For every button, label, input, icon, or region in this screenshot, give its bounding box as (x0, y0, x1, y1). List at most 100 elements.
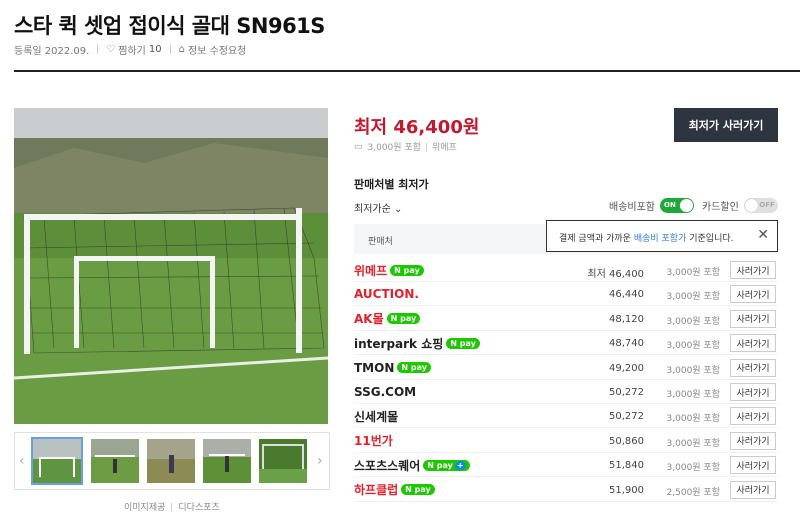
edit-icon: ⌂ (178, 44, 185, 55)
mall-price: 48,120 (609, 313, 644, 325)
card-toggle[interactable]: OFF (743, 198, 778, 213)
go-buy-button[interactable]: 사러가기 (730, 334, 776, 353)
mall-name[interactable]: AUCTION. (354, 286, 419, 302)
chevron-down-icon: ⌄ (394, 204, 403, 215)
go-buy-button[interactable]: 사러가기 (730, 456, 776, 475)
mall-label: AUCTION. (354, 287, 419, 302)
mall-name[interactable]: 위메프 N pay (354, 262, 424, 278)
shop-info: 위메프 (431, 143, 457, 153)
close-icon[interactable]: ✕ (757, 227, 769, 243)
mall-name[interactable]: 11번가 (354, 433, 393, 449)
chevron-left-icon[interactable]: ‹ (19, 453, 25, 469)
seller-row[interactable]: interpark 쇼핑 N pay 48,740 3,000원 포함 사러가기 (354, 331, 778, 356)
tooltip-text: 기준입니다. (686, 234, 734, 244)
image-credit: 이미지제공 디다스포츠 (124, 500, 220, 513)
mall-label: SSG.COM (354, 385, 417, 399)
zzim-count: 10 (148, 44, 162, 55)
thumbnail-strip: ‹ › (14, 432, 330, 490)
npay-badge: N pay (397, 362, 431, 374)
mall-label: 신세계몰 (354, 409, 399, 424)
mall-label: AK몰 (354, 312, 384, 327)
shipping-toggle[interactable]: ON (660, 198, 694, 213)
price-subinfo: ▭ 3,000원 포함 위메프 (354, 140, 457, 154)
mall-shipping: 2,500원 포함 (666, 487, 720, 498)
report-button[interactable]: ⌂ 정보 수정요청 (179, 42, 247, 57)
go-buy-button[interactable]: 사러가기 (730, 431, 776, 450)
mall-shipping: 3,000원 포함 (666, 390, 720, 400)
mall-price: 50,272 (609, 411, 644, 423)
chevron-right-icon[interactable]: › (317, 453, 323, 469)
product-main-image[interactable] (14, 108, 328, 424)
seller-row[interactable]: 11번가 50,860 3,000원 포함 사러가기 (354, 429, 778, 453)
mall-label: 스포츠스퀘어 (354, 458, 421, 473)
mall-label: TMON (354, 360, 395, 375)
image-credit-source: 디다스포츠 (178, 503, 220, 513)
shipping-tooltip: 결제 금액과 가까운 배송비 포함가 기준입니다. ✕ (546, 220, 778, 252)
mall-label: 11번가 (354, 434, 393, 449)
mall-name[interactable]: SSG.COM (354, 384, 416, 400)
seller-row[interactable]: SSG.COM 50,272 3,000원 포함 사러가기 (354, 380, 778, 404)
heart-icon: ♡ (106, 44, 116, 55)
seller-section-title: 판매처별 최저가 (354, 178, 429, 191)
seller-row[interactable]: AK몰 N pay 48,120 3,000원 포함 사러가기 (354, 307, 778, 331)
zzim-label: 찜하기 (118, 46, 146, 57)
npay-badge: N pay (386, 313, 421, 325)
npay-badge: N pay (446, 337, 480, 349)
go-buy-button[interactable]: 사러가기 (730, 309, 776, 328)
seller-row[interactable]: AUCTION. 46,440 3,000원 포함 사러가기 (354, 282, 778, 307)
mall-name[interactable]: interpark 쇼핑 N pay (354, 335, 480, 351)
thumbnail[interactable] (203, 439, 251, 483)
mall-label: 하프클럽 (354, 483, 399, 498)
sort-label: 최저가순 (354, 204, 391, 215)
npay-badge: N pay (390, 264, 424, 276)
seller-row[interactable]: 스포츠스퀘어 N pay + 51,840 3,000원 포함 사러가기 (354, 453, 778, 478)
go-buy-button[interactable]: 사러가기 (730, 261, 776, 279)
mall-label: 위메프 (354, 263, 388, 278)
go-buy-button[interactable]: 사러가기 (730, 383, 776, 401)
column-mall: 판매처 (368, 237, 393, 247)
mall-name[interactable]: 신세계몰 (354, 408, 398, 424)
seller-row[interactable]: 위메프 N pay 최저 46,400 3,000원 포함 사러가기 (354, 258, 778, 282)
divider (169, 45, 171, 54)
mall-shipping: 3,000원 포함 (666, 365, 720, 376)
mall-name[interactable]: TMON N pay (354, 360, 431, 376)
thumbnail[interactable] (259, 439, 307, 483)
mall-name[interactable]: 스포츠스퀘어 N pay + (354, 457, 470, 473)
mall-shipping: 3,000원 포함 (666, 414, 720, 425)
mall-price: 51,900 (609, 484, 644, 496)
zzim-button[interactable]: ♡ 찜하기 10 (106, 42, 161, 57)
mall-price: 최저 46,400 (587, 269, 644, 280)
tooltip-highlight: 배송비 포함가 (633, 234, 687, 244)
go-buy-button[interactable]: 사러가기 (730, 358, 776, 377)
go-buy-button[interactable]: 사러가기 (730, 285, 776, 304)
truck-icon: ▭ (354, 141, 363, 152)
mall-name[interactable]: AK몰 N pay (354, 311, 421, 327)
mall-name[interactable]: 하프클럽 N pay (354, 482, 435, 498)
mall-price: 50,272 (609, 387, 644, 398)
sort-select[interactable]: 최저가순 ⌄ (354, 200, 402, 215)
mall-price: 51,840 (609, 460, 644, 472)
go-buy-button[interactable]: 사러가기 (730, 480, 776, 499)
toggle-knob (680, 199, 693, 212)
go-buy-button[interactable]: 사러가기 (730, 407, 776, 426)
thumbnail[interactable] (91, 439, 139, 483)
buy-lowest-button[interactable]: 최저가 사러가기 (674, 108, 778, 142)
mall-shipping: 3,000원 포함 (666, 268, 720, 278)
mall-price: 46,440 (609, 289, 644, 301)
seller-row[interactable]: 신세계몰 50,272 3,000원 포함 사러가기 (354, 404, 778, 429)
mall-label: interpark 쇼핑 (354, 336, 444, 351)
thumbnail[interactable] (147, 439, 195, 483)
mall-shipping: 3,000원 포함 (666, 341, 720, 352)
divider (171, 502, 173, 511)
mall-shipping: 3,000원 포함 (666, 316, 720, 327)
divider (97, 45, 99, 54)
card-toggle-wrap: 카드할인 OFF (702, 198, 778, 213)
npay-badge: N pay (401, 484, 435, 496)
title-divider (14, 70, 800, 72)
toggle-state: ON (664, 201, 676, 209)
divider (425, 142, 427, 151)
seller-row[interactable]: TMON N pay 49,200 3,000원 포함 사러가기 (354, 356, 778, 380)
thumbnail[interactable] (31, 437, 83, 485)
card-toggle-label: 카드할인 (702, 202, 739, 213)
seller-row[interactable]: 하프클럽 N pay 51,900 2,500원 포함 사러가기 (354, 478, 778, 502)
